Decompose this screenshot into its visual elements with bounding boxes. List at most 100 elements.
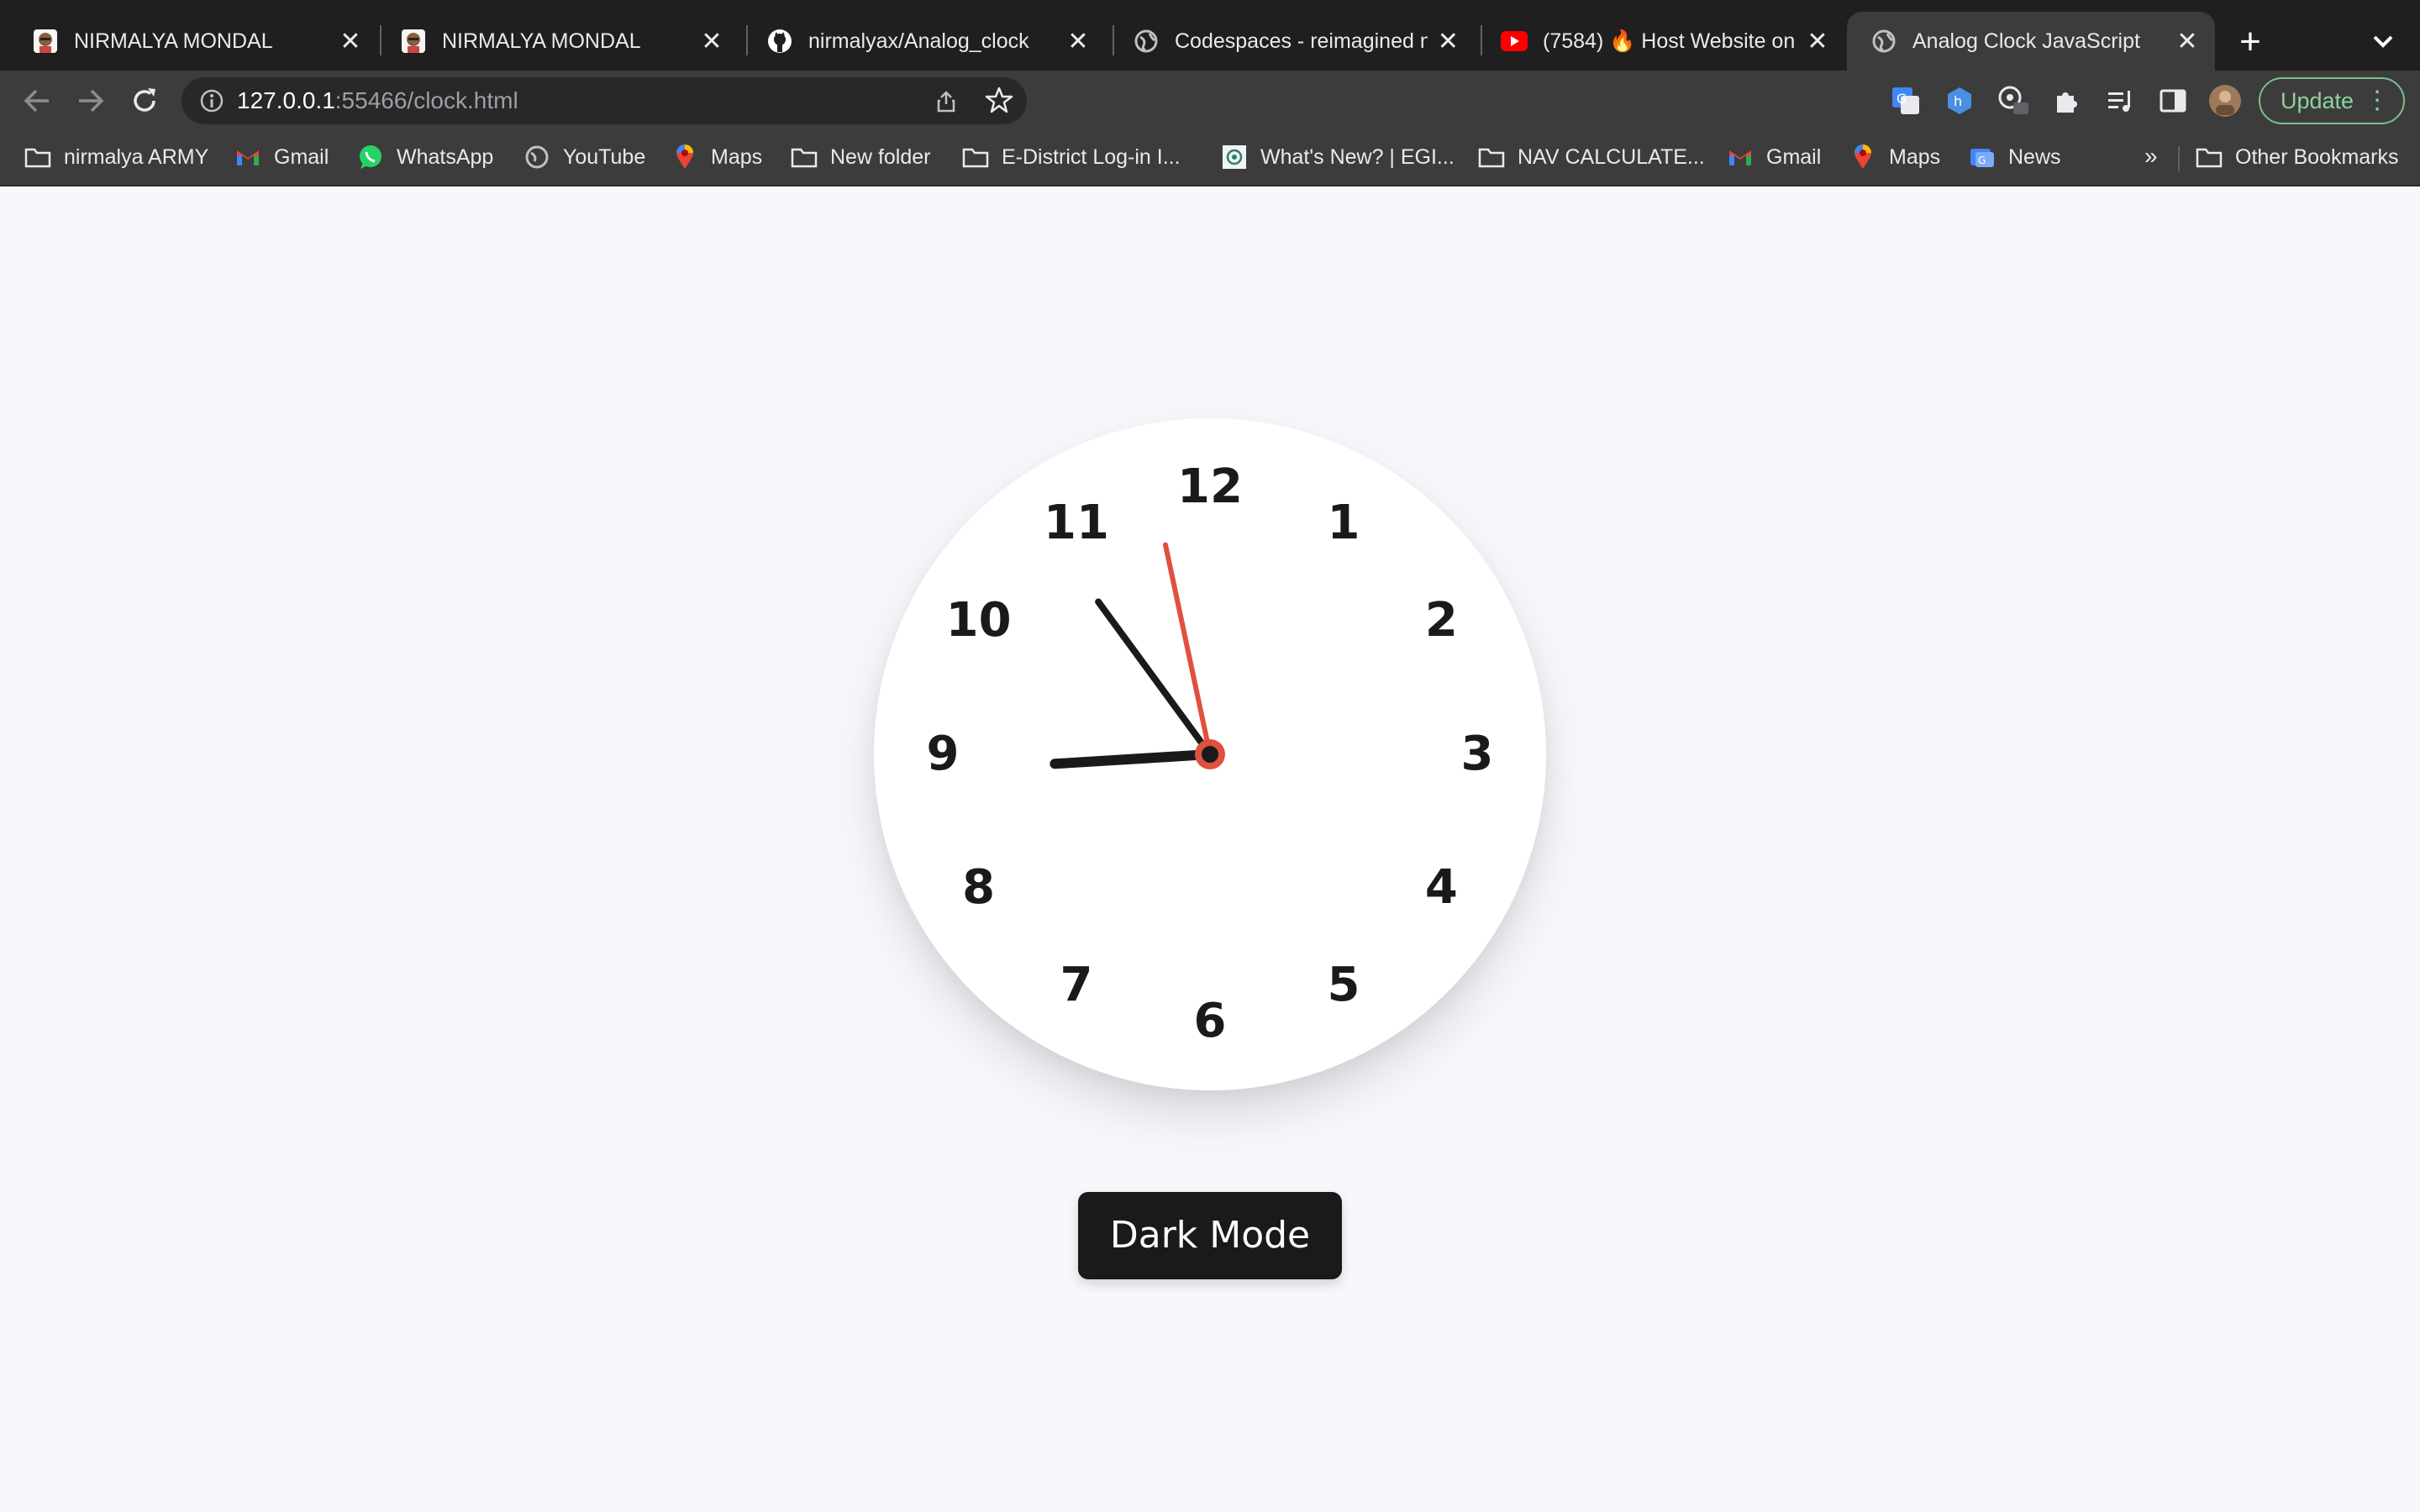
gmail-icon [1726, 144, 1754, 170]
bookmarks-bar: nirmalya ARMY Gmail WhatsApp YouTube Map… [0, 131, 2420, 186]
gmail-icon [234, 144, 262, 170]
close-tab-icon[interactable]: ✕ [2175, 27, 2200, 56]
clock-number-12: 12 [1177, 459, 1243, 514]
bookmark-label: News [2008, 144, 2061, 169]
bookmark-label: Gmail [1766, 144, 1822, 169]
site-info-icon[interactable] [198, 87, 225, 114]
svg-text:G: G [1897, 91, 1907, 107]
bookmark-label: Gmail [274, 144, 329, 169]
extension-tracker-icon[interactable] [1996, 84, 2030, 118]
new-tab-button[interactable]: + [2233, 18, 2267, 66]
tab-youtube[interactable]: (7584) 🔥 Host Website on ✕ [1477, 12, 1845, 71]
bookmark-label: nirmalya ARMY [64, 144, 209, 169]
bookmark-whats-new[interactable]: What's New? | EGI... [1220, 139, 1455, 175]
close-tab-icon[interactable]: ✕ [1436, 27, 1460, 56]
whatsapp-icon [356, 144, 385, 170]
url-host: 127.0.0.1 [237, 87, 335, 113]
tab-title: NIRMALYA MONDAL [442, 29, 641, 53]
bookmark-maps[interactable]: Maps [671, 139, 762, 175]
update-button[interactable]: Update ⋮ [2259, 77, 2405, 124]
bookmark-nirmalya-army[interactable]: nirmalya ARMY [24, 139, 208, 175]
bookmark-other-bookmarks[interactable]: Other Bookmarks [2195, 139, 2399, 175]
profile-avatar[interactable] [2208, 84, 2242, 118]
clock-number-2: 2 [1424, 593, 1458, 648]
tab-analog-clock[interactable]: Analog Clock JavaScript ✕ [1847, 12, 2215, 71]
analog-clock-face: 12 1 2 3 4 5 6 7 8 9 10 11 [874, 418, 1546, 1090]
globe-icon [1133, 28, 1160, 55]
clock-number-10: 10 [945, 593, 1012, 648]
bookmark-youtube[interactable]: YouTube [523, 139, 645, 175]
bookmark-label: Maps [1889, 144, 1941, 169]
svg-text:h: h [1954, 93, 1962, 109]
forward-arrow-icon[interactable] [72, 82, 109, 119]
bookmark-label: YouTube [563, 144, 646, 169]
bookmark-nav-calculate[interactable]: NAV CALCULATE... [1477, 139, 1705, 175]
close-tab-icon[interactable]: ✕ [699, 27, 724, 56]
clock-number-5: 5 [1327, 958, 1360, 1013]
globe-icon [1870, 28, 1897, 55]
bookmark-label: Other Bookmarks [2235, 144, 2399, 169]
url-path: :55466/clock.html [334, 87, 518, 113]
clock-number-6: 6 [1193, 994, 1227, 1048]
youtube-icon [1501, 28, 1528, 55]
maps-icon [1849, 144, 1877, 170]
bookmark-label: WhatsApp [397, 144, 494, 169]
clock-number-7: 7 [1060, 958, 1093, 1013]
update-label: Update [2281, 88, 2354, 113]
menu-kebab-icon[interactable]: ⋮ [2365, 79, 2390, 123]
tab-github-repo[interactable]: nirmalyax/Analog_clock ✕ [743, 12, 1106, 71]
clock-number-9: 9 [926, 727, 960, 781]
bookmark-label: New folder [830, 144, 931, 169]
close-tab-icon[interactable]: ✕ [338, 27, 363, 56]
bookmark-gmail-2[interactable]: Gmail [1726, 139, 1821, 175]
maps-icon [671, 144, 699, 170]
bookmarks-overflow-chevron[interactable]: » [2144, 143, 2158, 170]
reload-icon[interactable] [126, 82, 163, 119]
google-translate-icon[interactable]: G [1889, 84, 1923, 118]
tab-codespaces[interactable]: Codespaces - reimagined n ✕ [1109, 12, 1476, 71]
center-pin-core [1202, 746, 1218, 763]
back-arrow-icon[interactable] [18, 82, 55, 119]
clock-number-8: 8 [962, 860, 996, 915]
bookmark-e-district[interactable]: E-District Log-in I... [961, 139, 1181, 175]
close-tab-icon[interactable]: ✕ [1805, 27, 1830, 56]
news-icon: G [1968, 144, 1996, 170]
bookmark-star-icon[interactable] [985, 86, 1013, 114]
tab-nirmalya-1[interactable]: NIRMALYA MONDAL ✕ [8, 12, 378, 71]
tab-nirmalya-2[interactable]: NIRMALYA MONDAL ✕ [376, 12, 739, 71]
bookmark-label: What's New? | EGI... [1260, 144, 1455, 169]
bookmark-news[interactable]: G News [1968, 139, 2061, 175]
clock-number-11: 11 [1044, 495, 1109, 550]
tab-title: NIRMALYA MONDAL [74, 29, 273, 53]
globe-icon [523, 144, 551, 170]
side-panel-icon[interactable] [2156, 84, 2190, 118]
folder-icon [24, 144, 52, 170]
folder-icon [2195, 144, 2223, 170]
dark-mode-toggle-button[interactable]: Dark Mode [1078, 1192, 1342, 1279]
page-icon [1220, 144, 1249, 170]
avatar-favicon-icon [32, 28, 59, 55]
url-text: 127.0.0.1:55466/clock.html [237, 77, 518, 124]
hour-hand [1050, 749, 1215, 769]
close-tab-icon[interactable]: ✕ [1065, 27, 1091, 56]
github-icon [766, 28, 793, 55]
tab-title: (7584) 🔥 Host Website on [1543, 29, 1796, 53]
tab-title: Analog Clock JavaScript [1912, 29, 2140, 53]
share-icon[interactable] [933, 87, 960, 114]
tab-search-chevron-icon[interactable] [2368, 24, 2398, 60]
clock-number-3: 3 [1460, 727, 1494, 781]
browser-toolbar: 127.0.0.1:55466/clock.html G h Update ⋮ [0, 71, 2420, 131]
folder-icon [790, 144, 818, 170]
bookmark-maps-2[interactable]: Maps [1849, 139, 1940, 175]
address-bar[interactable]: 127.0.0.1:55466/clock.html [182, 77, 1027, 124]
media-control-icon[interactable] [2104, 84, 2138, 118]
bookmark-whatsapp[interactable]: WhatsApp [356, 139, 493, 175]
bookmark-new-folder[interactable]: New folder [790, 139, 931, 175]
extension-shield-icon[interactable]: h [1943, 84, 1976, 118]
extensions-puzzle-icon[interactable] [2050, 84, 2084, 118]
bookmark-gmail[interactable]: Gmail [234, 139, 329, 175]
tab-title: nirmalyax/Analog_clock [808, 29, 1029, 53]
folder-icon [1477, 144, 1506, 170]
clock-number-4: 4 [1424, 860, 1458, 915]
bookmark-label: NAV CALCULATE... [1518, 144, 1705, 169]
